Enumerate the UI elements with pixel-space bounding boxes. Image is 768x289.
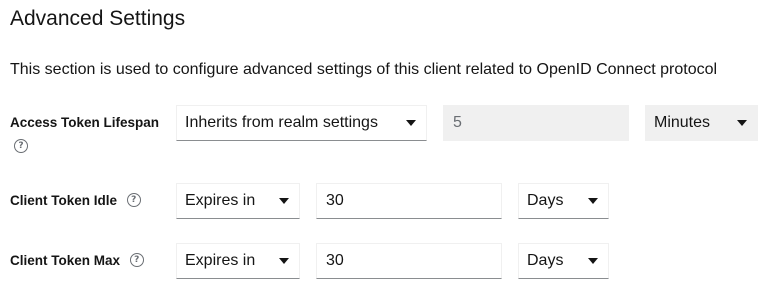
caret-down-icon (279, 198, 289, 204)
caret-down-icon (588, 258, 598, 264)
access-token-lifespan-value-input[interactable] (443, 105, 629, 141)
client-token-max-label-text: Client Token Max (10, 253, 121, 268)
caret-down-icon (737, 120, 747, 126)
access-token-lifespan-label: Access Token Lifespan (10, 115, 160, 130)
client-token-max-unit-select[interactable]: Days (518, 243, 609, 279)
client-token-idle-mode-select[interactable]: Expires in (176, 183, 300, 219)
select-value: Expires in (185, 252, 256, 269)
caret-down-icon (406, 120, 416, 126)
client-token-max-value-input[interactable] (316, 243, 502, 279)
select-value: Days (527, 252, 564, 269)
access-token-lifespan-mode-select[interactable]: Inherits from realm settings (176, 105, 427, 141)
select-value: Days (527, 192, 564, 209)
client-token-idle-unit-select[interactable]: Days (518, 183, 609, 219)
section-description: This section is used to configure advanc… (10, 61, 718, 78)
select-value: Inherits from realm settings (185, 114, 378, 131)
client-token-max-mode-select[interactable]: Expires in (176, 243, 300, 279)
client-token-idle-label: Client Token Idle ? (10, 192, 141, 210)
access-token-lifespan-unit-select[interactable]: Minutes (645, 105, 758, 141)
client-token-idle-label-text: Client Token Idle (10, 193, 118, 208)
question-circle-icon[interactable]: ? (126, 193, 141, 208)
client-token-idle-value-input[interactable] (316, 183, 502, 219)
caret-down-icon (588, 198, 598, 204)
question-circle-icon[interactable]: ? (129, 253, 144, 268)
client-token-max-label: Client Token Max ? (10, 252, 144, 270)
select-value: Expires in (185, 192, 256, 209)
caret-down-icon (279, 258, 289, 264)
section-title: Advanced Settings (10, 7, 186, 30)
select-value: Minutes (654, 114, 711, 131)
question-circle-icon[interactable]: ? (14, 139, 28, 153)
